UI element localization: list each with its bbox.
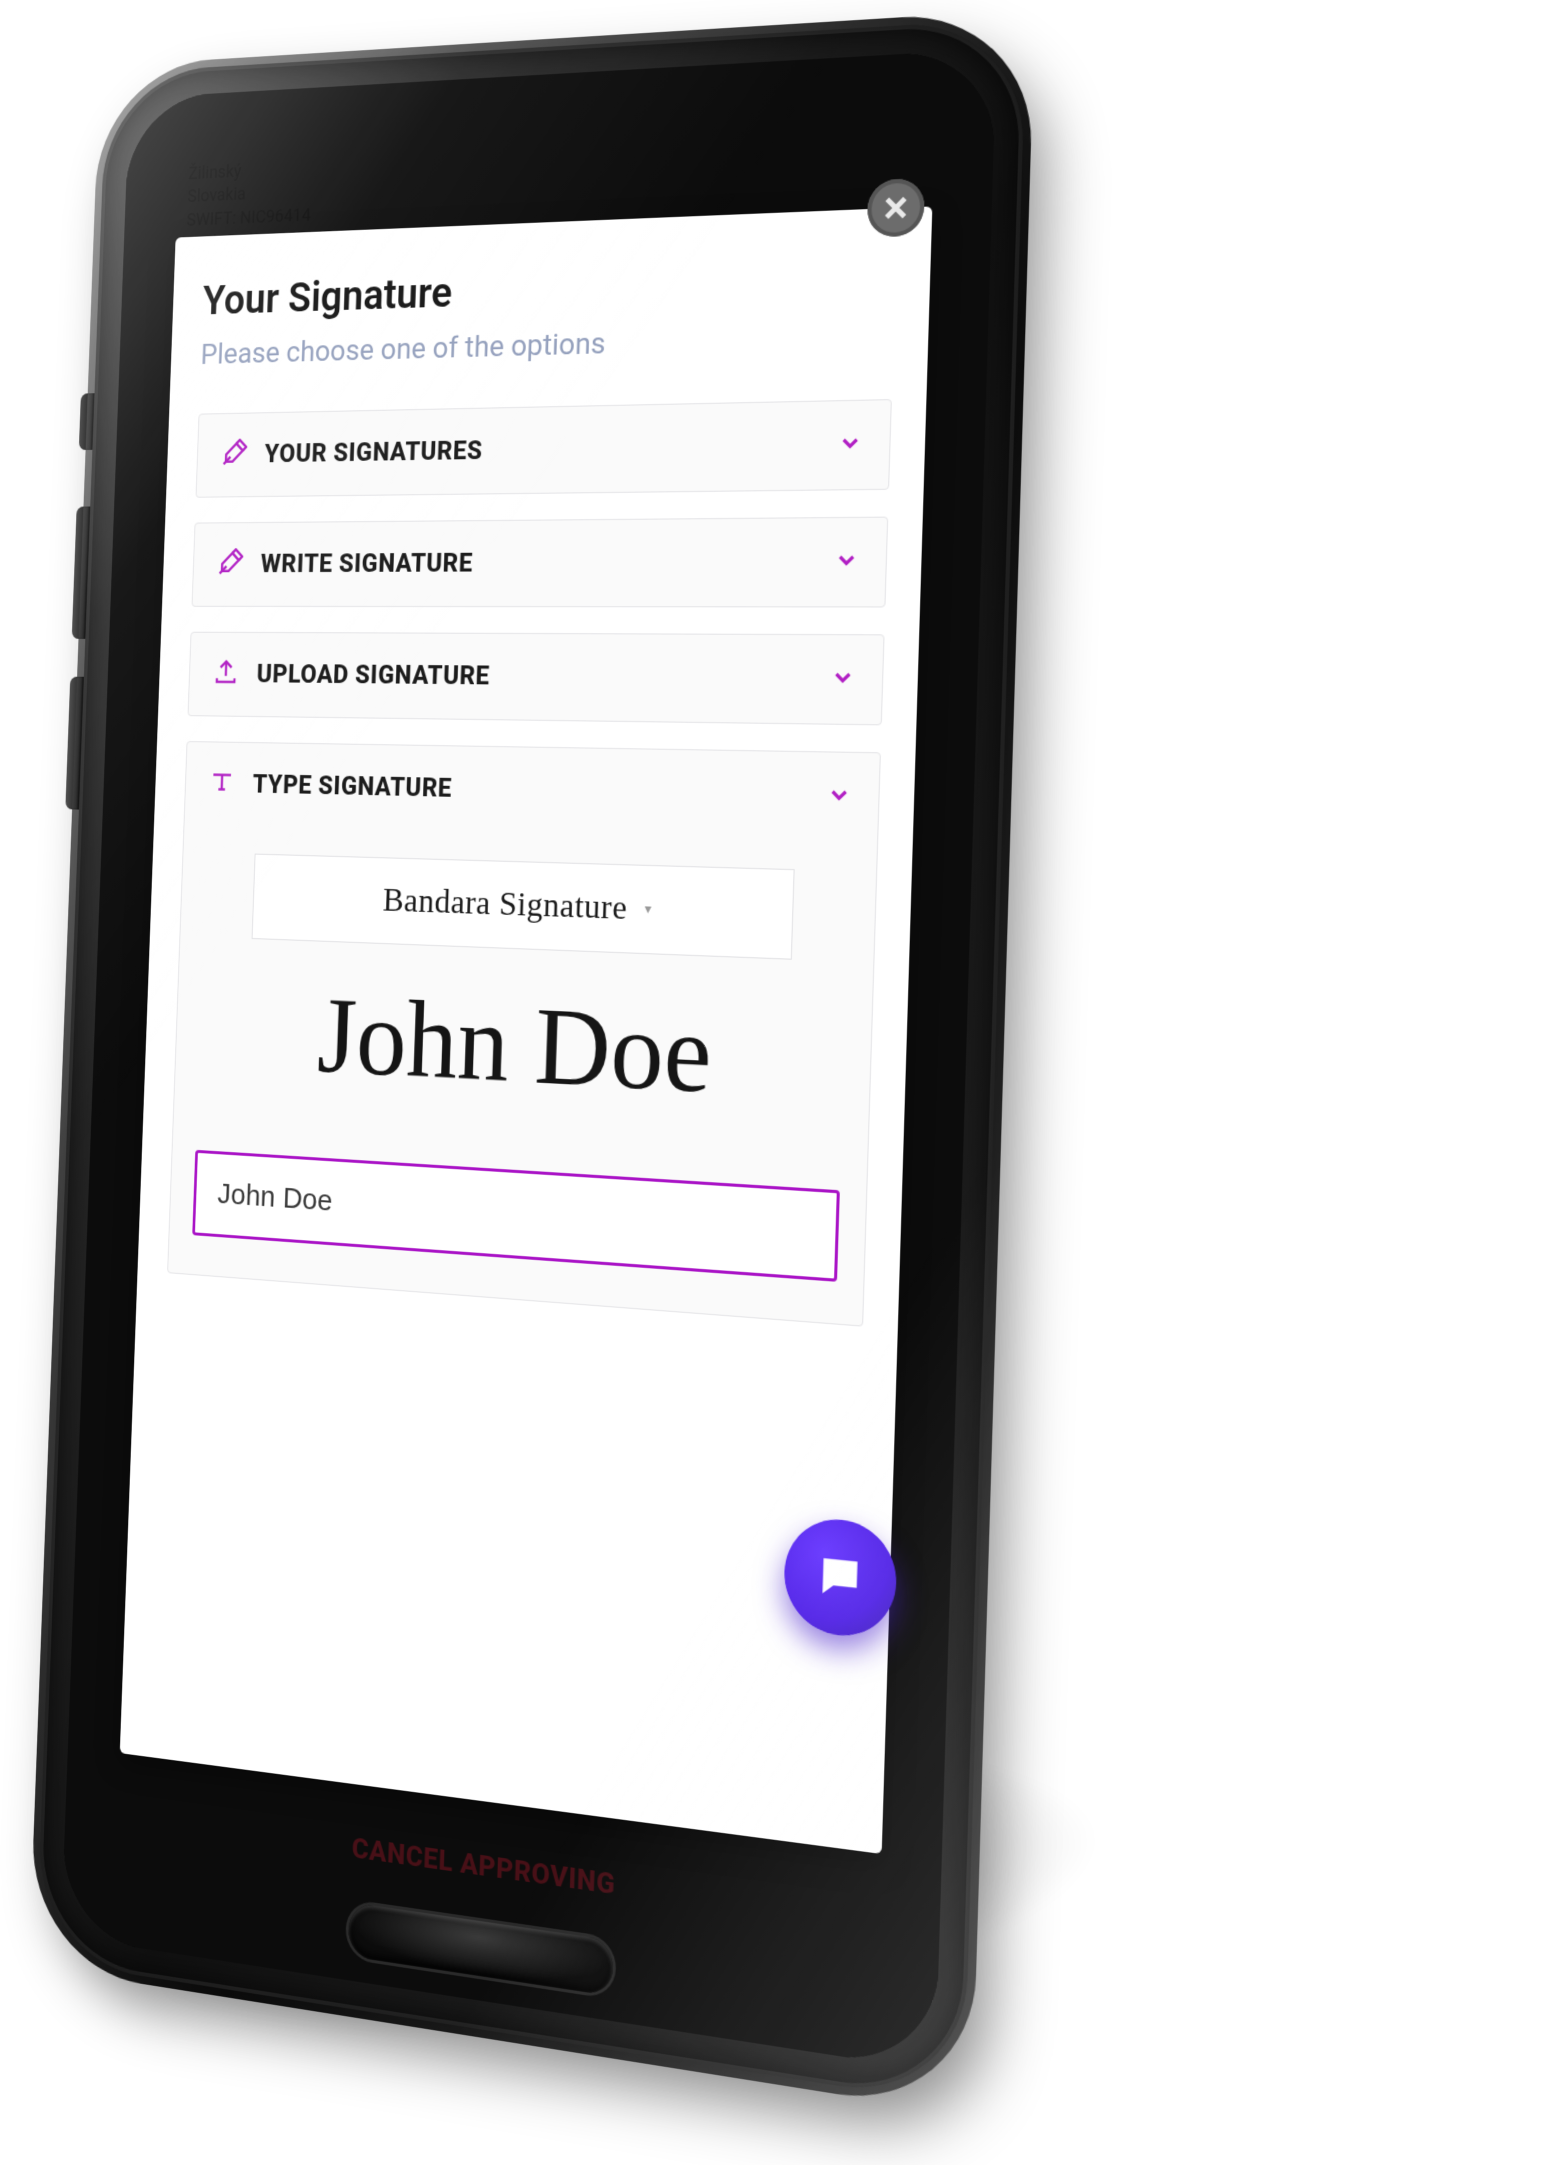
- caret-down-icon: ▾: [644, 901, 651, 917]
- accordion-type-signature[interactable]: TYPE SIGNATURE Bandara Signature ▾: [167, 741, 881, 1327]
- modal-subtitle: Please choose one of the options: [200, 318, 894, 372]
- accordion-write-signature[interactable]: WRITE SIGNATURE: [192, 517, 889, 608]
- chevron-down-icon: [829, 664, 856, 695]
- modal-title: Your Signature: [202, 253, 897, 325]
- close-icon: [880, 192, 911, 224]
- phone-screen: Žilinský Slovakia SWIFT: NIC96414 Bank C…: [61, 49, 997, 2071]
- accordion-label: UPLOAD SIGNATURE: [256, 660, 490, 691]
- app-viewport: Žilinský Slovakia SWIFT: NIC96414 Bank C…: [61, 49, 997, 2071]
- pen-nib-icon: [220, 439, 248, 472]
- accordion-label: YOUR SIGNATURES: [264, 436, 483, 469]
- selected-font-name: Bandara Signature: [382, 882, 628, 928]
- chevron-down-icon: [833, 547, 860, 578]
- chevron-down-icon: [837, 429, 864, 460]
- phone-mockup: Žilinský Slovakia SWIFT: NIC96414 Bank C…: [20, 40, 1000, 2020]
- chevron-down-icon: [825, 781, 852, 813]
- accordion-your-signatures[interactable]: YOUR SIGNATURES: [196, 399, 892, 498]
- phone-frame: Žilinský Slovakia SWIFT: NIC96414 Bank C…: [36, 18, 1027, 2106]
- signature-font-select[interactable]: Bandara Signature ▾: [251, 854, 795, 960]
- type-icon: [208, 767, 236, 800]
- accordion-label: TYPE SIGNATURE: [252, 770, 452, 804]
- type-signature-body: Bandara Signature ▾ John Doe: [168, 825, 877, 1326]
- signature-name-input[interactable]: [192, 1150, 840, 1282]
- pen-nib-icon: [216, 548, 244, 581]
- accordion-upload-signature[interactable]: UPLOAD SIGNATURE: [188, 632, 885, 726]
- accordion-label: WRITE SIGNATURE: [260, 549, 473, 579]
- chat-icon: [814, 1549, 866, 1607]
- upload-icon: [212, 658, 240, 691]
- signature-preview: John Doe: [198, 976, 846, 1118]
